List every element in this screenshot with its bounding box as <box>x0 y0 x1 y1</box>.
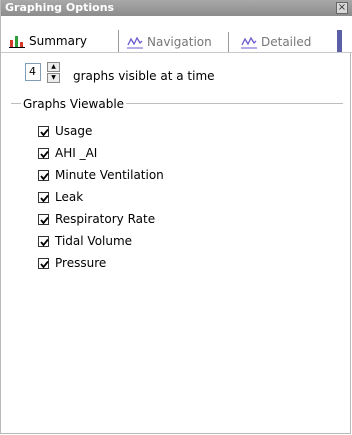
group-divider <box>123 103 343 104</box>
graphs-visible-input[interactable]: 4 <box>25 63 41 81</box>
tab-strip: Summary Navigation Detailed <box>1 16 352 52</box>
checkbox-label: Respiratory Rate <box>55 212 156 226</box>
graphing-options-window: Graphing Options × Summary Navigation De… <box>0 0 352 434</box>
tab-strip-edge <box>337 30 342 52</box>
tab-label: Detailed <box>261 35 312 49</box>
checkbox-ahi-ai[interactable]: AHI _AI <box>38 146 97 160</box>
checkbox[interactable] <box>38 235 49 247</box>
tab-divider <box>1 52 352 53</box>
tab-detailed[interactable]: Detailed <box>241 32 339 52</box>
tab-navigation[interactable]: Navigation <box>127 32 229 52</box>
graphs-viewable-title: Graphs Viewable <box>21 97 127 111</box>
checkbox[interactable] <box>38 169 49 181</box>
checkbox-usage[interactable]: Usage <box>38 124 92 138</box>
line-chart-icon <box>127 35 143 49</box>
checkbox-label: Usage <box>55 124 93 138</box>
title-bar[interactable]: Graphing Options × <box>1 0 352 16</box>
checkbox[interactable] <box>38 257 49 269</box>
window-title: Graphing Options <box>5 1 115 14</box>
group-divider <box>11 103 21 104</box>
checkbox[interactable] <box>38 147 49 159</box>
checkbox[interactable] <box>38 191 49 203</box>
checkbox-minute-ventilation[interactable]: Minute Ventilation <box>38 168 164 182</box>
checkbox-label: AHI _AI <box>55 146 98 160</box>
checkbox-pressure[interactable]: Pressure <box>38 256 106 270</box>
close-button[interactable]: × <box>336 2 348 14</box>
checkbox-label: Tidal Volume <box>55 234 133 248</box>
tab-summary[interactable]: Summary <box>9 30 119 52</box>
checkbox-label: Minute Ventilation <box>55 168 164 182</box>
checkbox-respiratory-rate[interactable]: Respiratory Rate <box>38 212 155 226</box>
graphs-visible-label: graphs visible at a time <box>73 69 215 83</box>
bar-chart-icon <box>9 34 25 48</box>
checkbox-leak[interactable]: Leak <box>38 190 83 204</box>
tab-label: Summary <box>29 34 87 48</box>
checkbox[interactable] <box>38 213 49 225</box>
tab-label: Navigation <box>147 35 212 49</box>
checkbox-label: Pressure <box>55 256 107 270</box>
line-chart-icon <box>241 35 257 49</box>
stepper-up-button[interactable]: ▲ <box>47 62 60 72</box>
checkbox-tidal-volume[interactable]: Tidal Volume <box>38 234 132 248</box>
stepper-down-button[interactable]: ▼ <box>47 73 60 83</box>
checkbox-label: Leak <box>55 190 84 204</box>
graphs-visible-stepper[interactable]: ▲ ▼ <box>47 62 60 84</box>
checkbox[interactable] <box>38 125 49 137</box>
